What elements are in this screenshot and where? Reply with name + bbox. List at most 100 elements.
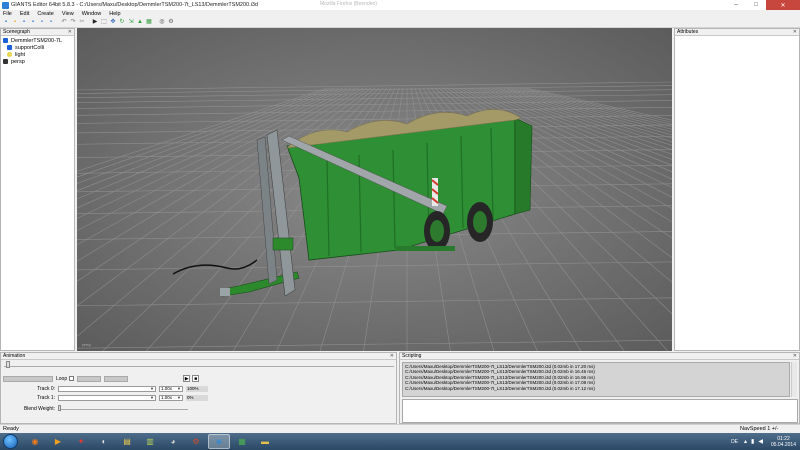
undo-icon[interactable]: ↶ <box>60 18 68 26</box>
menu-edit[interactable]: Edit <box>20 11 29 17</box>
export-icon[interactable]: ▪ <box>47 18 55 26</box>
track1-label: Track 1: <box>37 394 55 401</box>
minimize-button[interactable]: – <box>726 0 746 10</box>
hitch <box>220 288 230 296</box>
loop-checkbox[interactable] <box>69 376 75 381</box>
rotate-icon[interactable]: ↻ <box>118 18 126 26</box>
output-scrollbar[interactable] <box>791 362 797 397</box>
cut-icon[interactable]: ✂ <box>78 18 86 26</box>
save-icon[interactable]: ▪ <box>20 18 28 26</box>
open-icon[interactable]: ▪ <box>11 18 19 26</box>
animation-clip-field[interactable] <box>3 375 53 382</box>
windows-taskbar: DE ▴ ▮ ◀ 01:22 05.04.2014 ◉ ▶ ✦ ◐ ▤ ▥ ◕ ⚙ ◈ ▦ ▬ <box>0 433 800 450</box>
start-button[interactable] <box>3 434 18 449</box>
excel-taskbar-icon[interactable]: ▦ <box>231 434 253 449</box>
track1-select[interactable]: ▼ <box>58 394 156 401</box>
maximize-button[interactable]: □ <box>746 0 766 10</box>
front-cylinder <box>272 237 294 251</box>
camera-icon[interactable]: ◎ <box>158 18 166 26</box>
network-icon[interactable]: ▮ <box>751 438 754 445</box>
menu-create[interactable]: Create <box>37 11 54 17</box>
tree-item-supportcolli[interactable]: supportColli <box>3 44 72 51</box>
volume-icon[interactable]: ◀ <box>758 438 763 445</box>
attributes-close-icon[interactable]: ✕ <box>793 29 797 36</box>
firefox-taskbar-icon[interactable]: ◉ <box>24 434 46 449</box>
clock[interactable]: 01:22 05.04.2014 <box>771 436 796 448</box>
slider-thumb[interactable] <box>6 361 10 368</box>
giants-app-icon <box>2 1 9 9</box>
script-output: C:/Users/Maxu/Desktop/DemmlerTSM200-7t_L… <box>402 362 790 397</box>
track0-speed[interactable]: 1.00x ▼ <box>159 385 183 392</box>
settings-icon[interactable]: ⚙ <box>167 18 175 26</box>
menu-file[interactable]: File <box>3 11 12 17</box>
save-as-icon[interactable]: ▪ <box>29 18 37 26</box>
game-taskbar-icon[interactable]: ✦ <box>70 434 92 449</box>
language-indicator[interactable]: DE <box>731 439 738 445</box>
new-icon[interactable]: ▪ <box>2 18 10 26</box>
title-bar: GIANTS Editor 64bit 5.8.3 - C:/Users/Max… <box>0 0 800 10</box>
menu-view[interactable]: View <box>62 11 74 17</box>
trailer-body-rear <box>514 117 533 215</box>
close-button[interactable]: ✕ <box>766 0 800 10</box>
tree-item-demmler[interactable]: DemmlerTSM200-7L <box>3 37 72 44</box>
scenegraph-close-icon[interactable]: ✕ <box>68 29 72 36</box>
system-tray: DE ▴ ▮ ◀ 01:22 05.04.2014 <box>731 434 796 449</box>
giants-editor-taskbar-icon[interactable]: ◈ <box>208 434 230 449</box>
play-icon[interactable]: ▶ <box>91 18 99 26</box>
chevron-down-icon: ▼ <box>150 394 154 400</box>
range-end-field[interactable] <box>104 375 129 382</box>
folder-taskbar-icon[interactable]: ▬ <box>254 434 276 449</box>
scripting-close-icon[interactable]: ✕ <box>793 353 797 360</box>
tree-item-light[interactable]: light <box>3 51 72 58</box>
script-input[interactable] <box>402 399 798 423</box>
scenegraph-title: Scenegraph <box>3 29 30 35</box>
media-player-taskbar-icon[interactable]: ▶ <box>47 434 69 449</box>
farm-taskbar-icon[interactable]: ▥ <box>139 434 161 449</box>
blend-weight-slider[interactable] <box>58 405 188 411</box>
animation-time-slider[interactable] <box>4 361 394 368</box>
gear-app-taskbar-icon[interactable]: ⚙ <box>185 434 207 449</box>
redo-icon[interactable]: ↷ <box>69 18 77 26</box>
camera-node-icon <box>3 59 8 64</box>
chevron-down-icon: ▼ <box>177 394 181 400</box>
explorer-taskbar-icon[interactable]: ▤ <box>116 434 138 449</box>
rim-rear <box>473 211 487 233</box>
menu-help[interactable]: Help <box>109 11 120 17</box>
scale-icon[interactable]: ⇲ <box>127 18 135 26</box>
track0-speed-value: 1.00x <box>161 385 173 391</box>
slider-thumb[interactable] <box>58 405 61 411</box>
arrow-up-icon[interactable]: ▴ <box>744 438 747 445</box>
3d-viewport[interactable]: persp <box>77 28 672 351</box>
tree-item-persp[interactable]: persp <box>3 58 72 65</box>
animation-panel: Animation ✕ Loop ▶ ■ Track 0: ▼ 1.00x ▼ <box>0 352 397 424</box>
range-start-field[interactable] <box>77 375 102 382</box>
toolbar-separator <box>87 18 90 26</box>
steam-taskbar-icon[interactable]: ◐ <box>93 434 115 449</box>
paint-icon[interactable]: ▦ <box>145 18 153 26</box>
scripting-title: Scripting <box>402 353 422 359</box>
chassis-beam <box>395 246 455 251</box>
background-window-title: Mozilla Firefox (Beenden) <box>320 1 377 7</box>
toolbar: ▪ ▪ ▪ ▪ ▪ ▪ ↶ ↷ ✂ ▶ ⬚ ✥ ↻ ⇲ ▲ ▦ ◎ ⚙ <box>0 17 800 28</box>
tree-item-label: light <box>15 51 26 58</box>
terrain-icon[interactable]: ▲ <box>136 18 144 26</box>
track0-weight: 100% <box>186 385 208 392</box>
attributes-panel: Attributes ✕ <box>674 28 800 351</box>
select-icon[interactable]: ⬚ <box>100 18 108 26</box>
import-icon[interactable]: ▪ <box>38 18 46 26</box>
move-icon[interactable]: ✥ <box>109 18 117 26</box>
viewport-camera-label: persp <box>82 343 91 347</box>
animation-close-icon[interactable]: ✕ <box>390 353 394 360</box>
teamspeak-taskbar-icon[interactable]: ◕ <box>162 434 184 449</box>
log-line: C:/Users/Maxu/Desktop/DemmlerTSM200-7t_L… <box>405 385 595 391</box>
loop-label: Loop <box>56 375 68 382</box>
stop-button[interactable]: ■ <box>192 375 200 382</box>
animation-header: Animation ✕ <box>1 353 396 360</box>
light-icon <box>7 52 12 57</box>
scenegraph-panel: Scenegraph ✕ DemmlerTSM200-7L supportCol… <box>0 28 75 351</box>
track0-select[interactable]: ▼ <box>58 385 156 392</box>
track1-speed[interactable]: 1.00x ▼ <box>159 394 183 401</box>
play-button[interactable]: ▶ <box>183 375 191 382</box>
status-text: Ready <box>3 426 19 432</box>
menu-window[interactable]: Window <box>82 11 102 17</box>
